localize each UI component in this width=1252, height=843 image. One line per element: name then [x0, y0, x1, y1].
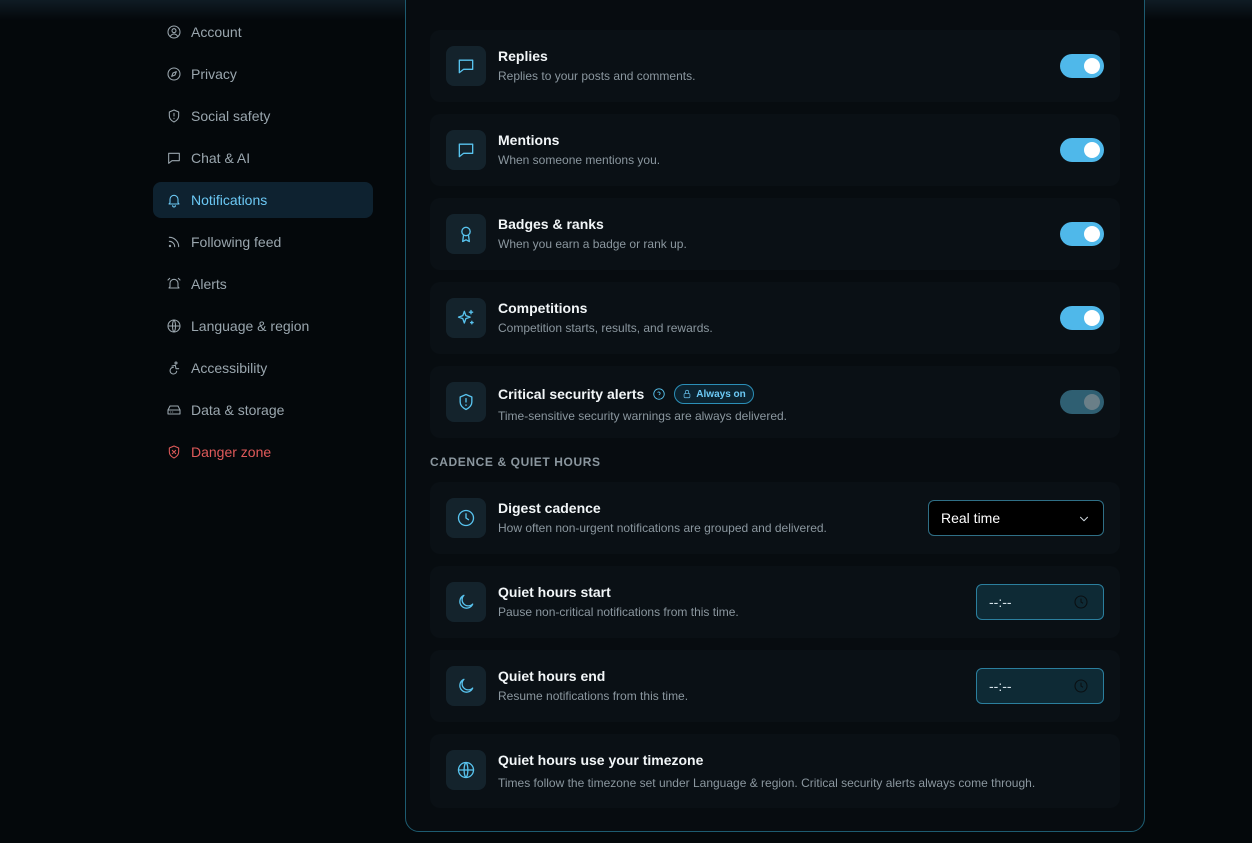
badge-label: Always on — [696, 388, 746, 400]
setting-description: How often non-urgent notifications are g… — [498, 521, 827, 535]
moon-icon — [446, 666, 486, 706]
setting-row-digest: Digest cadence How often non-urgent noti… — [430, 482, 1120, 554]
replies-toggle[interactable] — [1060, 54, 1104, 78]
setting-title: Quiet hours start — [498, 584, 611, 600]
select-value: Real time — [941, 510, 1001, 526]
message-icon — [446, 46, 486, 86]
sidebar-item-account[interactable]: Account — [153, 14, 373, 50]
help-circle-icon[interactable] — [652, 387, 666, 401]
compass-icon — [165, 65, 183, 83]
shield-x-icon — [165, 443, 183, 461]
message-icon — [446, 130, 486, 170]
setting-description: Time-sensitive security warnings are alw… — [498, 409, 787, 423]
setting-title: Competitions — [498, 300, 588, 316]
sidebar-item-label: Data & storage — [191, 402, 285, 418]
message-icon — [165, 149, 183, 167]
toggle-knob — [1084, 310, 1100, 326]
toggle-knob — [1084, 58, 1100, 74]
accessibility-icon — [165, 359, 183, 377]
sparkles-icon — [446, 298, 486, 338]
setting-description: Resume notifications from this time. — [498, 689, 689, 703]
sidebar-item-following-feed[interactable]: Following feed — [153, 224, 373, 260]
sidebar-item-social-safety[interactable]: Social safety — [153, 98, 373, 134]
time-value: --:-- — [989, 678, 1012, 694]
alarm-bell-icon — [165, 275, 183, 293]
hard-drive-icon — [165, 401, 183, 419]
setting-row-badges: Badges & ranks When you earn a badge or … — [430, 198, 1120, 270]
rss-icon — [165, 233, 183, 251]
always-on-badge: Always on — [674, 384, 754, 404]
setting-title: Digest cadence — [498, 500, 601, 516]
section-heading: CADENCE & QUIET HOURS — [430, 455, 601, 469]
badges-toggle[interactable] — [1060, 222, 1104, 246]
quiet-start-time-input[interactable]: --:-- — [976, 584, 1104, 620]
setting-title: Critical security alerts Always on — [498, 384, 787, 404]
setting-title: Badges & ranks — [498, 216, 604, 232]
security-alerts-toggle — [1060, 390, 1104, 414]
setting-title: Replies — [498, 48, 548, 64]
competitions-toggle[interactable] — [1060, 306, 1104, 330]
award-icon — [446, 214, 486, 254]
setting-description: Pause non-critical notifications from th… — [498, 605, 739, 619]
moon-icon — [446, 582, 486, 622]
lock-icon — [682, 389, 692, 399]
toggle-knob — [1084, 394, 1100, 410]
time-value: --:-- — [989, 594, 1012, 610]
setting-description: Times follow the timezone set under Lang… — [498, 776, 1036, 790]
shield-icon — [165, 107, 183, 125]
setting-row-competitions: Competitions Competition starts, results… — [430, 282, 1120, 354]
setting-title: Quiet hours use your timezone — [498, 752, 704, 768]
quiet-end-time-input[interactable]: --:-- — [976, 668, 1104, 704]
sidebar-item-label: Privacy — [191, 66, 237, 82]
sidebar-item-label: Language & region — [191, 318, 310, 334]
setting-row-quiet-end: Quiet hours end Resume notifications fro… — [430, 650, 1120, 722]
setting-title: Mentions — [498, 132, 560, 148]
clock-icon[interactable] — [1073, 594, 1089, 610]
mentions-toggle[interactable] — [1060, 138, 1104, 162]
bell-icon — [165, 191, 183, 209]
setting-row-mentions: Mentions When someone mentions you. — [430, 114, 1120, 186]
sidebar-item-privacy[interactable]: Privacy — [153, 56, 373, 92]
setting-title-text: Critical security alerts — [498, 386, 645, 402]
sidebar-item-language-region[interactable]: Language & region — [153, 308, 373, 344]
setting-description: Replies to your posts and comments. — [498, 69, 696, 83]
sidebar-item-danger-zone[interactable]: Danger zone — [153, 434, 373, 470]
clock-icon[interactable] — [1073, 678, 1089, 694]
sidebar-item-label: Notifications — [191, 192, 268, 208]
setting-row-replies: Replies Replies to your posts and commen… — [430, 30, 1120, 102]
toggle-knob — [1084, 226, 1100, 242]
globe-icon — [446, 750, 486, 790]
sidebar-item-chat-ai[interactable]: Chat & AI — [153, 140, 373, 176]
sidebar-item-label: Account — [191, 24, 242, 40]
sidebar-item-label: Social safety — [191, 108, 271, 124]
setting-description: Competition starts, results, and rewards… — [498, 321, 713, 335]
sidebar-item-label: Danger zone — [191, 444, 272, 460]
setting-row-security-alerts: Critical security alerts Always on Time-… — [430, 366, 1120, 438]
user-circle-icon — [165, 23, 183, 41]
setting-description: When you earn a badge or rank up. — [498, 237, 687, 251]
digest-cadence-select[interactable]: Real time — [928, 500, 1104, 536]
sidebar-item-notifications[interactable]: Notifications — [153, 182, 373, 218]
setting-description: When someone mentions you. — [498, 153, 661, 167]
setting-row-quiet-start: Quiet hours start Pause non-critical not… — [430, 566, 1120, 638]
chevron-down-icon — [1077, 512, 1091, 526]
sidebar-item-label: Alerts — [191, 276, 227, 292]
sidebar-item-label: Following feed — [191, 234, 282, 250]
sidebar-item-alerts[interactable]: Alerts — [153, 266, 373, 302]
sidebar-item-accessibility[interactable]: Accessibility — [153, 350, 373, 386]
clock-icon — [446, 498, 486, 538]
toggle-knob — [1084, 142, 1100, 158]
globe-icon — [165, 317, 183, 335]
setting-row-timezone: Quiet hours use your timezone Times foll… — [430, 734, 1120, 808]
sidebar-item-data-storage[interactable]: Data & storage — [153, 392, 373, 428]
settings-sidebar: Account Privacy Social safety Chat & AI … — [153, 14, 373, 476]
sidebar-item-label: Accessibility — [191, 360, 268, 376]
shield-alert-icon — [446, 382, 486, 422]
sidebar-item-label: Chat & AI — [191, 150, 251, 166]
setting-title: Quiet hours end — [498, 668, 606, 684]
